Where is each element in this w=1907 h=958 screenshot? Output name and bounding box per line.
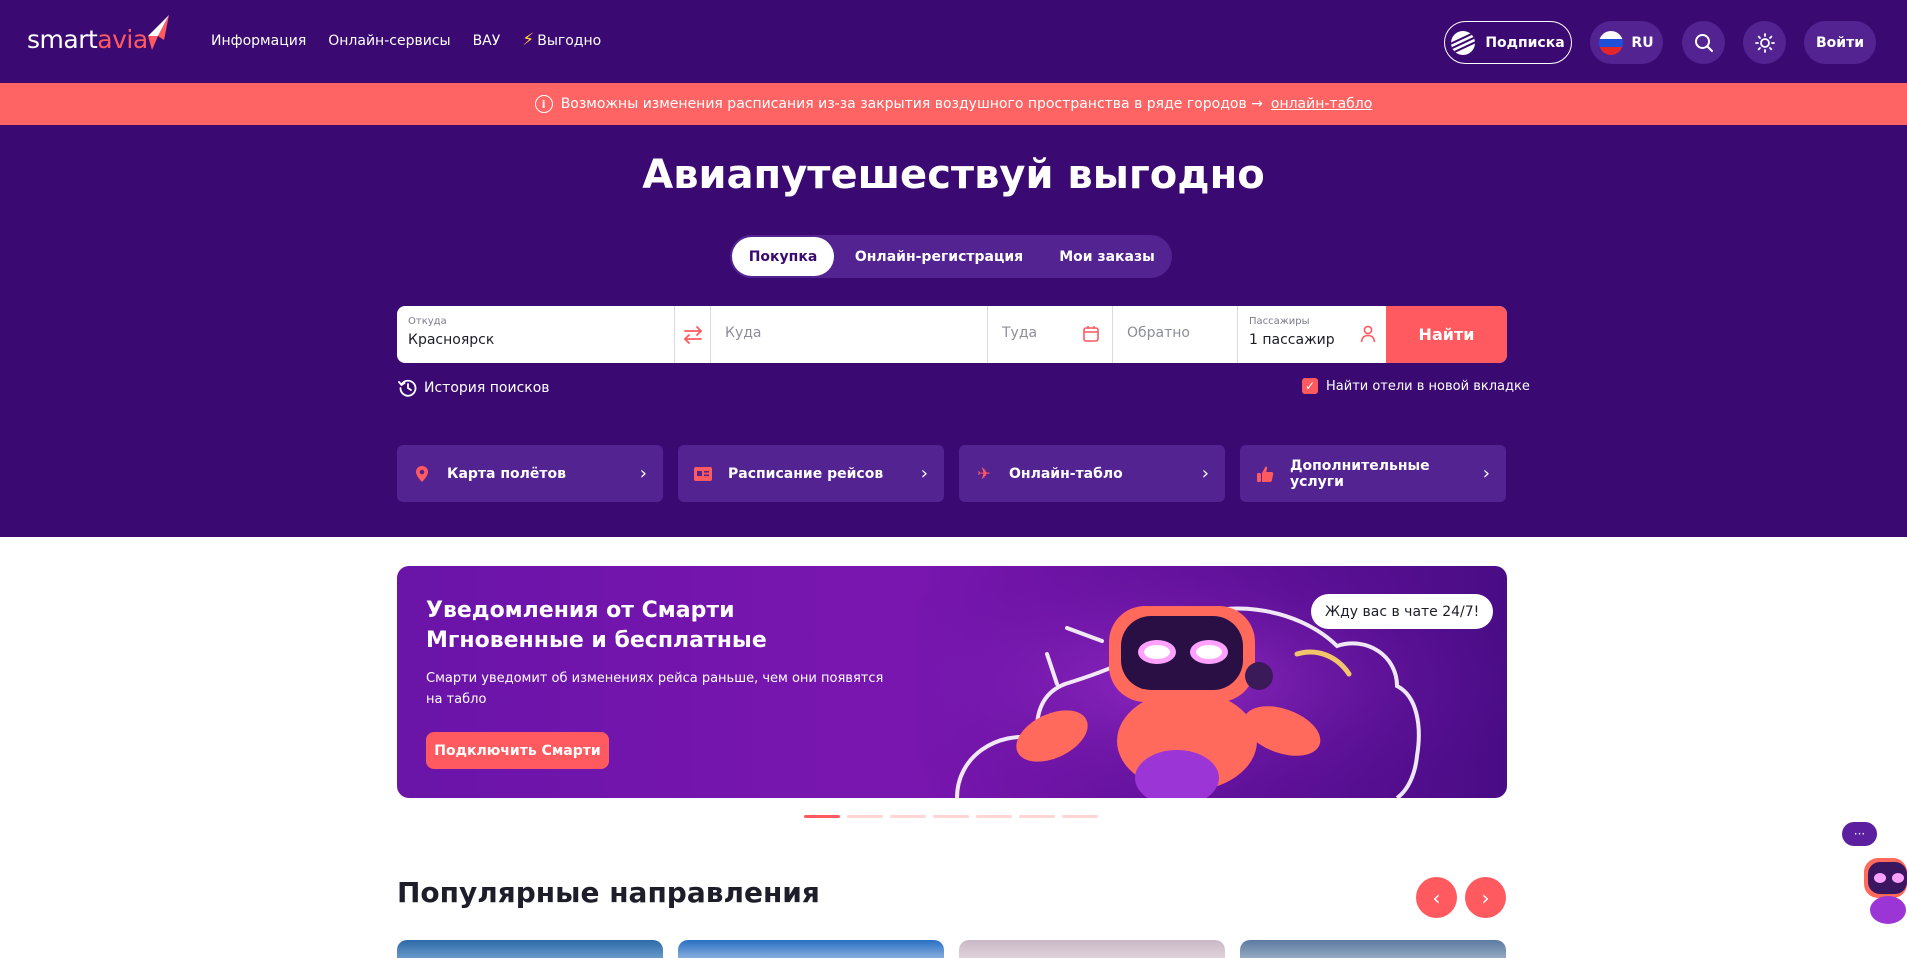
hero-section: Авиапутешествуй выгодно Покупка Онлайн-р… <box>0 125 1907 537</box>
connect-smarti-button[interactable]: Подключить Смарти <box>426 732 609 769</box>
quick-link-label: Расписание рейсов <box>728 465 884 482</box>
nav-info[interactable]: Информация <box>211 32 306 49</box>
quick-link-flight-map[interactable]: Карта полётов › <box>397 445 663 502</box>
alert-online-board-link[interactable]: онлайн-табло <box>1271 96 1372 112</box>
banner-title: Уведомления от Смарти Мгновенные и беспл… <box>426 596 767 656</box>
carousel-dot[interactable] <box>976 815 1012 818</box>
hotels-checkbox[interactable]: ✓ Найти отели в новой вкладке <box>1302 378 1530 394</box>
return-placeholder: Обратно <box>1127 325 1190 341</box>
thumbs-up-icon <box>1256 465 1274 483</box>
to-placeholder: Куда <box>725 325 762 341</box>
hero-title: Авиапутешествуй выгодно <box>642 152 1265 198</box>
swap-arrows-icon <box>683 325 702 344</box>
chevron-right-icon: › <box>1201 463 1209 484</box>
checkmark-icon: ✓ <box>1302 378 1318 394</box>
quick-link-schedule[interactable]: Расписание рейсов › <box>678 445 944 502</box>
language-label: RU <box>1631 34 1654 51</box>
ellipsis-icon: ··· <box>1853 827 1866 841</box>
smarti-promo-banner[interactable]: Уведомления от Смарти Мгновенные и беспл… <box>397 566 1507 798</box>
russia-flag-icon <box>1599 30 1624 55</box>
passengers-field[interactable]: Пассажиры 1 пассажир <box>1238 306 1386 363</box>
carousel-dot[interactable] <box>1019 815 1055 818</box>
logo-mark-icon <box>148 15 169 50</box>
from-value: Красноярск <box>408 332 495 348</box>
flight-search-form: Откуда Красноярск Куда Туда Обратно Пасс… <box>397 306 1507 363</box>
passengers-label: Пассажиры <box>1249 316 1310 327</box>
return-date-field[interactable]: Обратно <box>1113 306 1238 363</box>
search-button[interactable] <box>1682 21 1725 64</box>
calendar-icon <box>1083 326 1099 342</box>
tab-purchase[interactable]: Покупка <box>732 237 834 276</box>
quick-link-label: Карта полётов <box>447 465 566 482</box>
chevron-right-icon: › <box>1481 885 1490 910</box>
schedule-alert-banner: i Возможны изменения расписания из-за за… <box>0 83 1907 125</box>
depart-placeholder: Туда <box>1002 325 1038 341</box>
nav-deals-label: Выгодно <box>537 32 602 49</box>
booking-tabs: Покупка Онлайн-регистрация Мои заказы <box>730 235 1172 278</box>
nav-online-services[interactable]: Онлайн-сервисы <box>328 32 450 49</box>
main-nav: Информация Онлайн-сервисы ВАУ ⚡ Выгодно <box>211 32 601 49</box>
search-history-link[interactable]: История поисков <box>398 378 550 398</box>
plane-icon: ✈ <box>977 464 991 483</box>
hotels-checkbox-label: Найти отели в новой вкладке <box>1326 378 1530 394</box>
language-button[interactable]: RU <box>1590 21 1663 64</box>
info-icon: i <box>534 95 553 113</box>
chevron-right-icon: › <box>920 463 928 484</box>
top-header: smartavia Информация Онлайн-сервисы ВАУ … <box>0 0 1907 83</box>
from-field[interactable]: Откуда Красноярск <box>397 306 675 363</box>
globe-icon <box>1451 30 1476 55</box>
quick-link-online-board[interactable]: ✈ Онлайн-табло › <box>959 445 1225 502</box>
chat-widget-bubble[interactable]: ··· <box>1842 822 1877 846</box>
carousel-dot[interactable] <box>804 815 840 818</box>
chevron-right-icon: › <box>639 463 647 484</box>
theme-toggle-button[interactable] <box>1743 21 1786 64</box>
login-button[interactable]: Войти <box>1804 21 1876 64</box>
passengers-value: 1 пассажир <box>1249 332 1335 348</box>
search-icon <box>1694 33 1713 52</box>
destination-card[interactable] <box>678 940 944 958</box>
carousel-dot[interactable] <box>890 815 926 818</box>
carousel-dot[interactable] <box>847 815 883 818</box>
nav-deals[interactable]: ⚡ Выгодно <box>522 32 601 49</box>
swap-cities-button[interactable] <box>675 306 711 363</box>
destination-card[interactable] <box>1240 940 1506 958</box>
nav-wow[interactable]: ВАУ <box>473 32 501 49</box>
map-pin-icon <box>413 465 431 483</box>
quick-link-label: Дополнительные услуги <box>1290 457 1430 490</box>
to-field[interactable]: Куда <box>711 306 988 363</box>
history-icon <box>398 379 417 397</box>
lightning-icon: ⚡ <box>522 30 535 50</box>
carousel-prev-button[interactable]: ‹ <box>1416 877 1457 918</box>
from-label: Откуда <box>408 316 447 327</box>
subscription-label: Подписка <box>1485 34 1565 51</box>
banner-title-line2: Мгновенные и бесплатные <box>426 628 767 653</box>
chat-robot-icon[interactable] <box>1858 852 1907 926</box>
carousel-dot[interactable] <box>933 815 969 818</box>
carousel-next-button[interactable]: › <box>1465 877 1506 918</box>
popular-destinations-title: Популярные направления <box>397 876 820 909</box>
alert-text: Возможны изменения расписания из-за закр… <box>560 96 1263 112</box>
find-flights-button[interactable]: Найти <box>1386 306 1507 363</box>
carousel-dot[interactable] <box>1062 815 1098 818</box>
carousel-pagination <box>804 815 1098 818</box>
tab-online-checkin[interactable]: Онлайн-регистрация <box>834 237 1044 276</box>
person-icon <box>1360 325 1376 343</box>
chevron-left-icon: ‹ <box>1432 885 1441 910</box>
smartavia-logo[interactable]: smartavia <box>27 14 172 54</box>
chevron-right-icon: › <box>1482 463 1490 484</box>
banner-title-line1: Уведомления от Смарти <box>426 598 735 623</box>
banner-description: Смарти уведомит об изменениях рейса рань… <box>426 671 884 707</box>
subscription-button[interactable]: Подписка <box>1444 21 1572 64</box>
schedule-icon <box>694 465 712 483</box>
destination-card[interactable] <box>397 940 663 958</box>
search-history-label: История поисков <box>424 380 550 396</box>
chat-speech-bubble: Жду вас в чате 24/7! <box>1311 594 1494 629</box>
quick-link-label: Онлайн-табло <box>1009 465 1123 482</box>
destination-card[interactable] <box>959 940 1225 958</box>
sun-icon <box>1754 32 1775 53</box>
tab-my-orders[interactable]: Мои заказы <box>1044 237 1170 276</box>
quick-link-extra-services[interactable]: Дополнительные услуги › <box>1240 445 1506 502</box>
depart-date-field[interactable]: Туда <box>988 306 1113 363</box>
destination-cards <box>397 940 1506 958</box>
